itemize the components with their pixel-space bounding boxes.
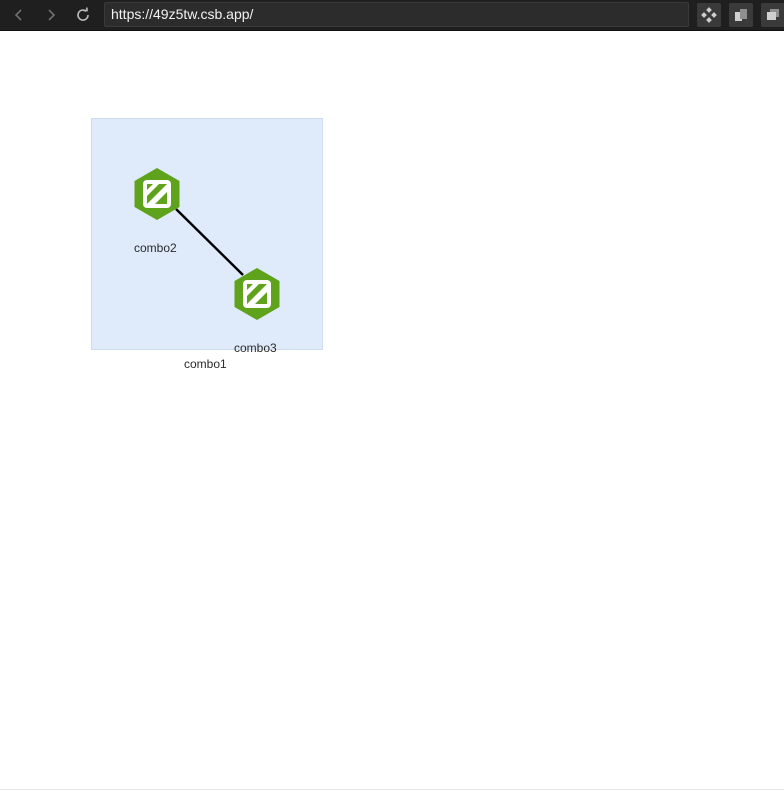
url-bar[interactable]: https://49z5tw.csb.app/	[104, 2, 689, 27]
combo3-label: combo3	[234, 341, 277, 355]
window-bottom-border	[0, 789, 784, 790]
graph-svg	[91, 118, 323, 350]
copy-button[interactable]	[729, 3, 753, 27]
windows-icon	[767, 9, 779, 20]
back-button[interactable]	[8, 4, 30, 26]
combo1-label: combo1	[184, 357, 227, 371]
diamond-grid-icon	[701, 7, 717, 23]
chevron-left-icon	[14, 9, 22, 21]
combo2-label: combo2	[134, 241, 177, 255]
window-button[interactable]	[761, 3, 784, 27]
extension-button[interactable]	[697, 3, 721, 27]
graph-canvas[interactable]: combo2 combo3 combo1	[0, 31, 784, 789]
copy-icon	[735, 9, 747, 21]
chevron-right-icon	[48, 9, 56, 21]
browser-toolbar: https://49z5tw.csb.app/	[0, 0, 784, 31]
reload-icon	[77, 7, 89, 21]
combo1-box[interactable]	[91, 118, 323, 350]
reload-button[interactable]	[72, 4, 94, 26]
forward-button[interactable]	[40, 4, 62, 26]
